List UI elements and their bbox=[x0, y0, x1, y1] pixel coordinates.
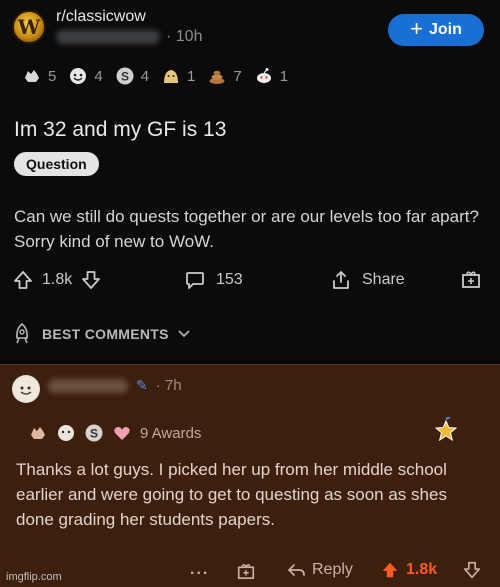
heart-award-icon bbox=[114, 427, 130, 440]
comment-vote: 1.8k bbox=[380, 557, 437, 583]
downvote-icon bbox=[463, 561, 481, 579]
upvote-active-icon[interactable] bbox=[380, 560, 400, 580]
award-count: 1 bbox=[187, 67, 196, 85]
gift-icon bbox=[462, 270, 480, 288]
post-card: W r/classicwow · 10h + Join 5 4 S 4 1 7 … bbox=[0, 0, 500, 362]
comment-upvote-count: 1.8k bbox=[406, 561, 438, 578]
watermark: imgflip.com bbox=[6, 571, 62, 583]
awards-count-label: 9 Awards bbox=[140, 424, 202, 442]
post-time: · 10h bbox=[166, 28, 203, 45]
post-vote: 1.8k bbox=[12, 269, 102, 291]
award-gift-button[interactable] bbox=[236, 557, 256, 583]
join-label: Join bbox=[428, 21, 462, 38]
comment-action-bar: ... Reply 1.8k bbox=[0, 557, 500, 583]
svg-text:S: S bbox=[90, 427, 98, 441]
award-poop: 7 bbox=[207, 66, 242, 86]
comment-sort[interactable]: BEST COMMENTS bbox=[10, 322, 191, 346]
award-count: 7 bbox=[233, 67, 242, 85]
user-avatar-icon bbox=[14, 377, 38, 401]
post-awards[interactable]: 5 4 S 4 1 7 1 bbox=[22, 66, 292, 86]
chevron-down-icon bbox=[178, 330, 190, 338]
subreddit-logo-icon[interactable]: W bbox=[12, 10, 46, 44]
blurred-username bbox=[56, 30, 160, 44]
silver-award-icon: S bbox=[85, 424, 103, 442]
award-gift-button[interactable] bbox=[460, 267, 482, 294]
award-snoo: 1 bbox=[254, 66, 288, 86]
post-action-bar: 1.8k 153 Share bbox=[12, 264, 488, 296]
star-award-icon bbox=[434, 417, 458, 442]
share-label: Share bbox=[362, 271, 405, 288]
post-header: W r/classicwow · 10h + Join bbox=[12, 6, 488, 50]
award-count: 4 bbox=[140, 67, 150, 85]
comment-count: 153 bbox=[216, 271, 243, 288]
poop-award-icon bbox=[209, 70, 225, 84]
award-count: 4 bbox=[94, 67, 103, 85]
reply-arrow-icon bbox=[288, 564, 305, 576]
snoo-award-icon bbox=[256, 68, 271, 83]
sort-label: BEST COMMENTS bbox=[42, 326, 169, 342]
award-count: 1 bbox=[279, 67, 289, 85]
award-silver: S 4 bbox=[115, 66, 149, 86]
gift-icon bbox=[237, 564, 255, 579]
award-face: 1 bbox=[161, 66, 195, 86]
svg-text:S: S bbox=[121, 70, 129, 84]
wholesome-award-icon bbox=[70, 68, 87, 84]
award-wholesome: 4 bbox=[68, 66, 103, 86]
face-award-icon bbox=[164, 70, 179, 83]
share-icon bbox=[333, 271, 349, 289]
more-options-button[interactable]: ... bbox=[190, 557, 209, 583]
comment-body: Thanks a lot guys. I picked her up from … bbox=[16, 460, 447, 529]
share-button[interactable]: Share bbox=[330, 269, 405, 291]
post-title[interactable]: Im 32 and my GF is 13 bbox=[14, 118, 226, 142]
comment-downvote[interactable] bbox=[462, 557, 482, 583]
comment-bubble-icon bbox=[186, 272, 204, 289]
silver-award-icon: S bbox=[116, 67, 134, 85]
plus-icon: + bbox=[410, 16, 423, 41]
downvote-icon[interactable] bbox=[80, 269, 102, 291]
blurred-username bbox=[48, 378, 128, 393]
post-meta: · 10h bbox=[56, 28, 202, 46]
upvote-count: 1.8k bbox=[42, 271, 73, 288]
comment-time: · 7h bbox=[155, 377, 182, 394]
top-comment: ✎ · 7h S 9 Awards Thanks a lot guys. I p… bbox=[0, 364, 500, 587]
avatar[interactable] bbox=[12, 375, 40, 403]
join-button[interactable]: + Join bbox=[388, 14, 484, 46]
wholesome-award-icon bbox=[58, 425, 74, 441]
comments-button[interactable]: 153 bbox=[184, 269, 243, 291]
fist-award-icon bbox=[25, 70, 39, 82]
rocket-icon bbox=[16, 323, 28, 344]
award-fist: 5 bbox=[22, 66, 56, 86]
post-body: Can we still do quests together or are o… bbox=[14, 207, 479, 251]
post-flair[interactable]: Question bbox=[14, 152, 99, 176]
award-count: 5 bbox=[48, 67, 57, 85]
paintbrush-icon: ✎ bbox=[136, 377, 148, 393]
comment-awards[interactable]: S 9 Awards bbox=[28, 423, 201, 443]
subreddit-name[interactable]: r/classicwow bbox=[56, 8, 146, 26]
comment-meta: ✎ · 7h bbox=[48, 377, 182, 394]
fist-award-icon bbox=[31, 427, 45, 439]
reply-button[interactable]: Reply bbox=[286, 557, 353, 583]
upvote-icon[interactable] bbox=[12, 269, 34, 291]
reply-label: Reply bbox=[312, 561, 353, 578]
